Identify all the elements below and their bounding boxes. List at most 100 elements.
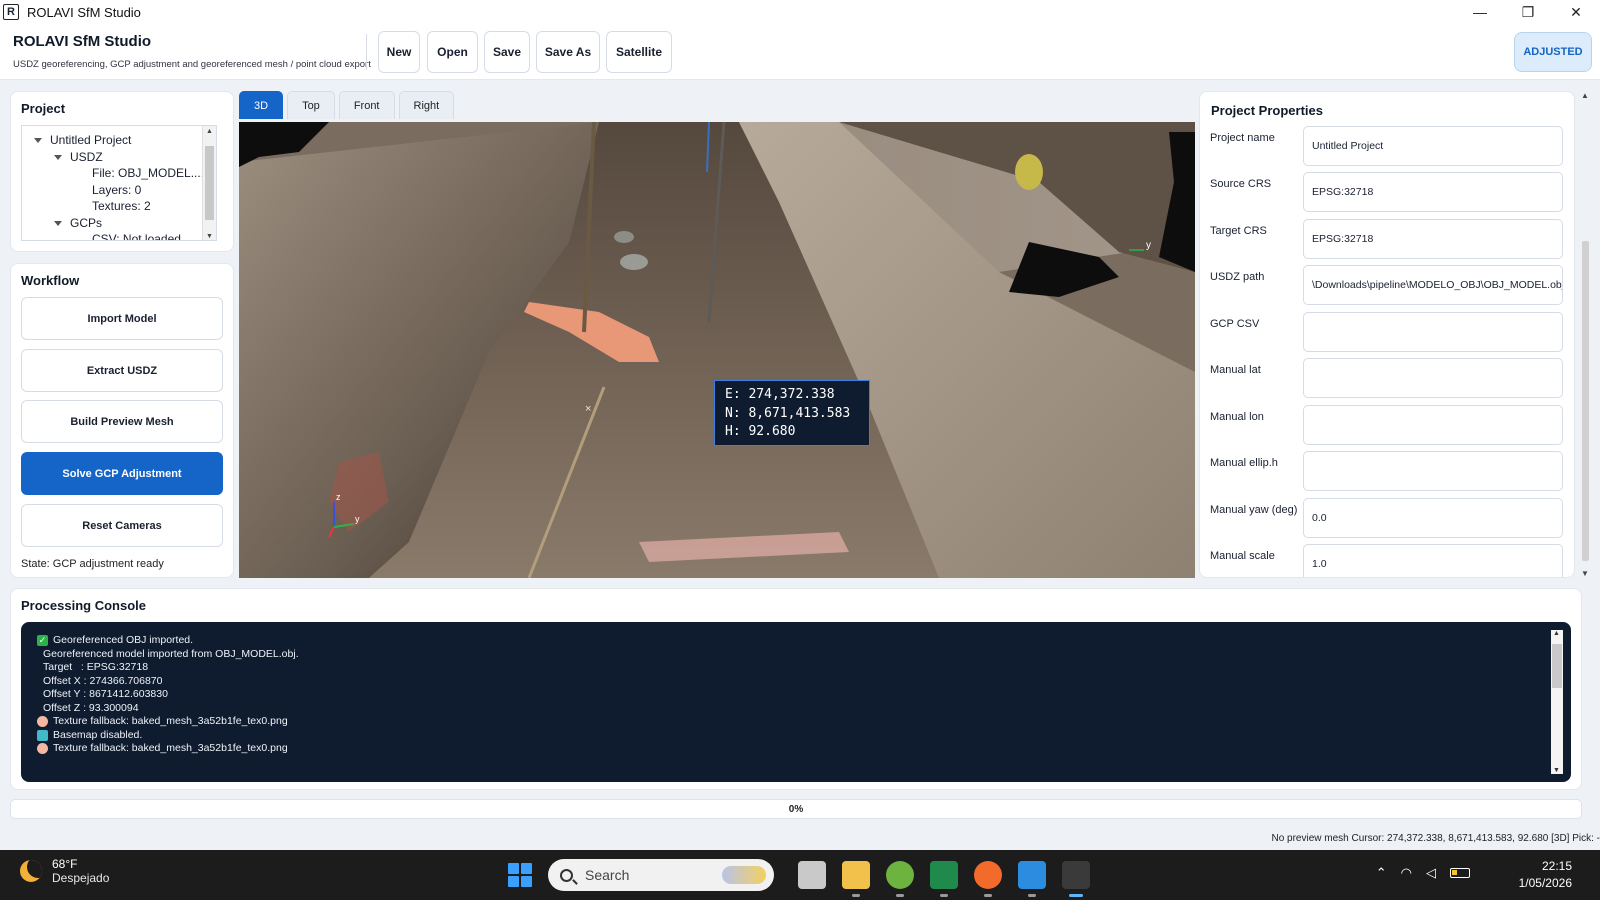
scroll-up-icon[interactable]: ▲ (206, 128, 213, 135)
solve-gcp-adjustment-button[interactable]: Solve GCP Adjustment (21, 452, 223, 495)
log-text: Georeferenced model imported from OBJ_MO… (43, 647, 299, 660)
taskbar-search[interactable]: Search (548, 859, 774, 891)
new-button[interactable]: New (378, 31, 420, 73)
wifi-icon[interactable]: ◠ (1401, 865, 1412, 881)
gcp-csv-field[interactable] (1303, 312, 1563, 352)
log-text: Offset X : 274366.706870 (43, 674, 163, 687)
scroll-down-icon[interactable]: ▼ (1553, 767, 1560, 774)
reset-cameras-button[interactable]: Reset Cameras (21, 504, 223, 547)
target-crs-field[interactable]: EPSG:32718 (1303, 219, 1563, 259)
tree-item-label: Untitled Project (50, 133, 132, 147)
log-line: Target : EPSG:32718 (37, 661, 1571, 675)
python-icon[interactable] (1062, 861, 1090, 897)
manual-scale-field[interactable]: 1.0 (1303, 544, 1563, 577)
prop-label: Manual lon (1210, 411, 1264, 423)
header-divider (366, 34, 367, 70)
project-name-field[interactable]: Untitled Project (1303, 126, 1563, 166)
minimize-button[interactable]: — (1456, 0, 1504, 24)
usdz-path-field[interactable]: \Downloads\pipeline\MODELO_OBJ\OBJ_MODEL… (1303, 265, 1563, 305)
console-scrollbar[interactable]: ▲ ▼ (1551, 630, 1563, 774)
app-subtitle: USDZ georeferencing, GCP adjustment and … (13, 59, 371, 70)
log-line: Georeferenced model imported from OBJ_MO… (37, 648, 1571, 662)
weather-widget[interactable]: 68°F Despejado (20, 857, 109, 885)
scroll-up-icon[interactable]: ▲ (1581, 91, 1589, 100)
log-line: Offset Z : 93.300094 (37, 702, 1571, 716)
scrollbar-thumb[interactable] (1552, 644, 1562, 688)
tree-item-gcps[interactable]: GCPs (54, 216, 102, 230)
source-crs-field[interactable]: EPSG:32718 (1303, 172, 1563, 212)
app-header: ROLAVI SfM Studio USDZ georeferencing, G… (0, 24, 1600, 80)
tree-item-textures[interactable]: Textures: 2 (92, 199, 151, 213)
search-icon (560, 868, 573, 882)
windows-start-icon[interactable] (508, 863, 532, 887)
chevron-down-icon[interactable] (34, 138, 42, 144)
project-tree[interactable]: Untitled Project USDZ File: OBJ_MODEL...… (21, 125, 217, 241)
map-icon (37, 729, 48, 741)
log-line: Offset X : 274366.706870 (37, 675, 1571, 689)
tab-right[interactable]: Right (398, 91, 455, 119)
taskbar-clock[interactable]: 22:15 1/05/2026 (1519, 858, 1572, 892)
file-explorer-icon[interactable] (842, 861, 870, 897)
manual-ellip-h-field[interactable] (1303, 451, 1563, 491)
clock-date: 1/05/2026 (1518, 876, 1572, 890)
scroll-down-icon[interactable]: ▼ (1581, 569, 1589, 578)
log-line: ✓ Georeferenced OBJ imported. (37, 634, 1571, 648)
tab-3d[interactable]: 3D (239, 91, 284, 119)
save-button[interactable]: Save (484, 31, 530, 73)
pick-coordinates-overlay: E: 274,372.338 N: 8,671,413.583 H: 92.68… (714, 380, 870, 446)
chevron-down-icon[interactable] (54, 155, 62, 161)
prop-label: Manual ellip.h (1210, 457, 1278, 469)
scrollbar-thumb[interactable] (205, 146, 214, 220)
open-button[interactable]: Open (427, 31, 478, 73)
battery-icon[interactable] (1450, 868, 1470, 878)
extract-usdz-button[interactable]: Extract USDZ (21, 349, 223, 392)
log-line: Basemap disabled. (37, 729, 1571, 743)
tab-top[interactable]: Top (287, 91, 335, 119)
manual-lon-field[interactable] (1303, 405, 1563, 445)
console-title: Processing Console (21, 598, 146, 613)
3d-viewport[interactable]: × z y y E: 274,372.338 N: 8,671,413.583 … (239, 122, 1195, 578)
firefox-icon[interactable] (974, 861, 1002, 897)
manual-lat-field[interactable] (1303, 358, 1563, 398)
satellite-button[interactable]: Satellite (606, 31, 672, 73)
close-button[interactable]: ✕ (1552, 0, 1600, 24)
maximize-button[interactable]: ❐ (1504, 0, 1552, 24)
scrollbar-thumb[interactable] (1582, 241, 1589, 561)
progress-label: 0% (788, 804, 804, 815)
tree-item-csv[interactable]: CSV: Not loaded (92, 232, 181, 240)
properties-scrollbar[interactable]: ▲ ▼ (1578, 91, 1592, 578)
tree-item-file[interactable]: File: OBJ_MODEL.... (92, 166, 204, 180)
scroll-down-icon[interactable]: ▼ (206, 233, 213, 240)
status-bar: No preview mesh Cursor: 274,372.338, 8,6… (1271, 833, 1600, 844)
tree-item-layers[interactable]: Layers: 0 (92, 183, 141, 197)
pick-easting: E: 274,372.338 (725, 387, 835, 402)
log-text: Target : EPSG:32718 (43, 661, 149, 673)
tree-item-project[interactable]: Untitled Project (34, 133, 131, 147)
scroll-up-icon[interactable]: ▲ (1553, 630, 1560, 637)
task-view-icon[interactable] (798, 861, 826, 889)
save-as-button[interactable]: Save As (536, 31, 600, 73)
processing-console[interactable]: ✓ Georeferenced OBJ imported. Georeferenc… (21, 622, 1571, 782)
properties-title: Project Properties (1211, 103, 1323, 118)
project-panel: Project Untitled Project USDZ File: OBJ_… (10, 91, 234, 252)
chevron-up-icon[interactable]: ⌃ (1376, 865, 1387, 881)
tree-item-usdz[interactable]: USDZ (54, 150, 103, 164)
svg-text:×: × (585, 403, 591, 415)
build-preview-mesh-button[interactable]: Build Preview Mesh (21, 400, 223, 443)
window-title: ROLAVI SfM Studio (27, 4, 141, 20)
qgis-icon[interactable] (886, 861, 914, 897)
log-text: Texture fallback: baked_mesh_3a52b1fe_te… (53, 715, 288, 727)
log-line: Texture fallback: baked_mesh_3a52b1fe_te… (37, 715, 1571, 729)
tree-item-label: GCPs (70, 216, 103, 230)
volume-icon[interactable]: ◁ (1426, 865, 1436, 881)
import-model-button[interactable]: Import Model (21, 297, 223, 340)
palette-icon (37, 716, 48, 728)
app-title: ROLAVI SfM Studio (13, 33, 152, 50)
view-tabs: 3D Top Front Right (239, 91, 458, 119)
chevron-down-icon[interactable] (54, 221, 62, 227)
manual-yaw-field[interactable]: 0.0 (1303, 498, 1563, 538)
tree-scrollbar[interactable]: ▲ ▼ (202, 126, 216, 240)
tab-front[interactable]: Front (338, 91, 395, 119)
excel-icon[interactable] (930, 861, 958, 897)
vscode-icon[interactable] (1018, 861, 1046, 897)
